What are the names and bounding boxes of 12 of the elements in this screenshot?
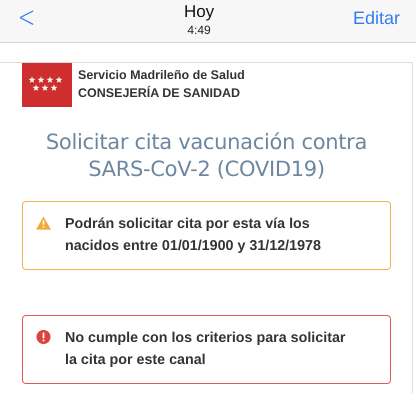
logo-icon [22, 63, 72, 107]
page-title: Solicitar cita vacunación contra SARS-CoV-2 (COVID19) [44, 129, 368, 183]
organization-name: Servicio Madrileño de Salud [78, 67, 245, 84]
alert-message: No cumple con los criterios para solicitar la cita por este canal [65, 329, 346, 370]
back-button[interactable]: < [14, 0, 40, 37]
warning-icon [36, 216, 51, 230]
edit-button[interactable]: Editar [352, 8, 400, 28]
department-name: CONSEJERÍA DE SANIDAD [78, 84, 242, 102]
error-icon [36, 330, 51, 344]
nav-title: Hoy [184, 2, 214, 22]
alert-message: Podrán solicitar cita por esta vía los nacidos entre 01/01/1900 y 31/12/1978 [65, 215, 322, 256]
nav-time: 4:49 [187, 22, 211, 38]
